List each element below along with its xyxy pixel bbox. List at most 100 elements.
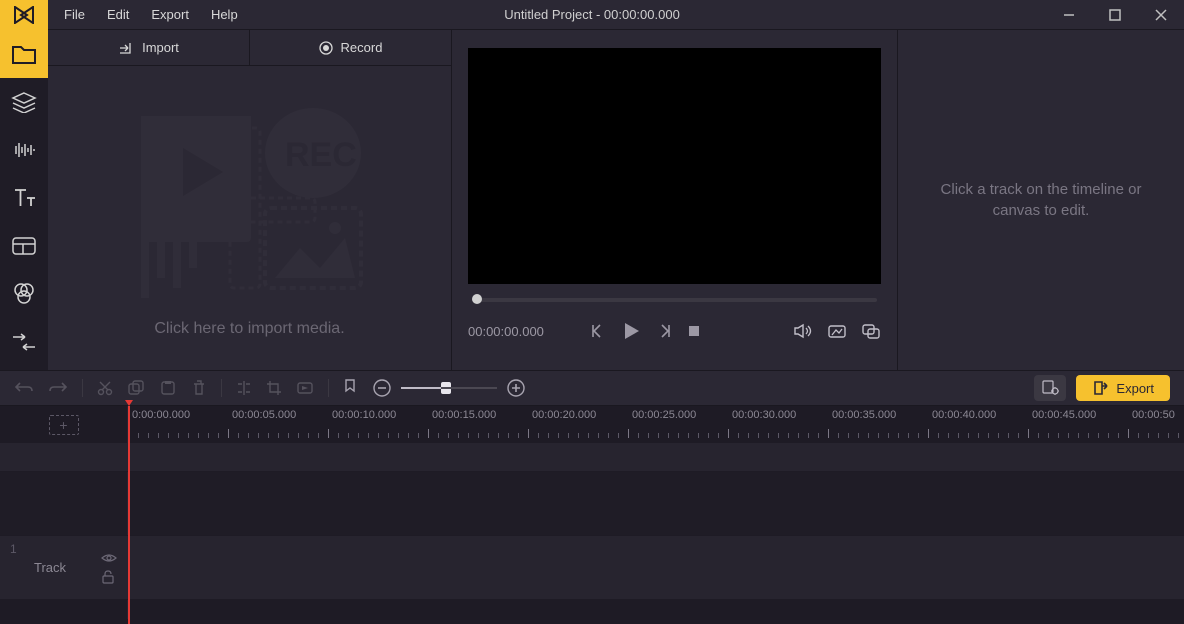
- ruler-tick: [548, 433, 549, 438]
- ruler-tick: [688, 433, 689, 438]
- media-drop-zone[interactable]: REC Click here to import media.: [48, 66, 451, 370]
- preview-canvas[interactable]: [468, 48, 881, 284]
- speed-button[interactable]: [296, 380, 314, 396]
- rail-layers-tab[interactable]: [0, 78, 48, 126]
- ruler-tick: [1118, 433, 1119, 438]
- ruler-tick: [868, 433, 869, 438]
- menu-export[interactable]: Export: [141, 3, 199, 26]
- ruler-tick: [768, 433, 769, 438]
- rail-media-tab[interactable]: [0, 30, 48, 78]
- copy-button[interactable]: [127, 380, 145, 396]
- track-lane[interactable]: [128, 536, 1184, 599]
- menu-edit[interactable]: Edit: [97, 3, 139, 26]
- track-lane[interactable]: [128, 444, 1184, 471]
- ruler-tick: [428, 429, 429, 438]
- paste-button[interactable]: [159, 380, 177, 396]
- ruler-tick: [708, 433, 709, 438]
- ruler-tick: [168, 433, 169, 438]
- play-button[interactable]: [620, 320, 642, 342]
- prev-frame-button[interactable]: [590, 323, 606, 339]
- ruler-tick: [498, 433, 499, 438]
- transitions-icon: [11, 333, 37, 351]
- ruler-tick: [608, 433, 609, 438]
- properties-panel: Click a track on the timeline or canvas …: [898, 30, 1184, 370]
- ruler-tick: [308, 433, 309, 438]
- close-icon: [1155, 9, 1167, 21]
- rail-filters-tab[interactable]: [0, 270, 48, 318]
- lock-toggle[interactable]: [101, 570, 115, 584]
- ruler-tick: [268, 433, 269, 438]
- menu-bar: File Edit Export Help: [54, 3, 248, 26]
- close-button[interactable]: [1138, 0, 1184, 30]
- ruler-tick: [468, 433, 469, 438]
- zoom-in-button[interactable]: [507, 379, 525, 397]
- preview-progress[interactable]: [472, 298, 877, 302]
- menu-help[interactable]: Help: [201, 3, 248, 26]
- ruler-tick: [958, 433, 959, 438]
- ruler-tick: [738, 433, 739, 438]
- ruler-tick: [218, 433, 219, 438]
- ruler-tick: [848, 433, 849, 438]
- timeline-tracks: 1 Track: [0, 444, 1184, 620]
- menu-file[interactable]: File: [54, 3, 95, 26]
- volume-button[interactable]: [793, 323, 813, 339]
- marker-button[interactable]: [343, 379, 357, 397]
- media-hint-text: Click here to import media.: [154, 320, 344, 338]
- ruler-tick: [1148, 433, 1149, 438]
- maximize-button[interactable]: [1092, 0, 1138, 30]
- ruler-tick: [158, 433, 159, 438]
- split-button[interactable]: [236, 380, 252, 396]
- timeline-ruler[interactable]: 0:00:00.00000:00:05.00000:00:10.00000:00…: [128, 406, 1184, 443]
- ruler-tick: [318, 433, 319, 438]
- track-row: 1 Track: [0, 536, 1184, 600]
- export-settings-button[interactable]: [1034, 375, 1066, 401]
- ruler-label: 00:00:45.000: [1032, 409, 1096, 421]
- rail-templates-tab[interactable]: [0, 222, 48, 270]
- fullscreen-button[interactable]: [861, 323, 881, 339]
- rail-transitions-tab[interactable]: [0, 318, 48, 366]
- timeline-header: + 0:00:00.00000:00:05.00000:00:10.00000:…: [0, 406, 1184, 444]
- ruler-tick: [628, 429, 629, 438]
- record-tab[interactable]: Record: [250, 30, 451, 65]
- ruler-tick: [718, 433, 719, 438]
- track-name: Track: [34, 560, 66, 575]
- add-track-button[interactable]: +: [49, 415, 79, 435]
- zoom-slider[interactable]: [401, 387, 497, 389]
- stop-button[interactable]: [686, 323, 702, 339]
- zoom-out-button[interactable]: [373, 379, 391, 397]
- crop-button[interactable]: [266, 380, 282, 396]
- ruler-tick: [998, 433, 999, 438]
- ruler-tick: [1098, 433, 1099, 438]
- minimize-button[interactable]: [1046, 0, 1092, 30]
- ruler-tick: [348, 433, 349, 438]
- next-frame-button[interactable]: [656, 323, 672, 339]
- ruler-tick: [528, 429, 529, 438]
- zoom-handle[interactable]: [441, 382, 451, 394]
- ruler-tick: [518, 433, 519, 438]
- export-button[interactable]: Export: [1076, 375, 1170, 401]
- ruler-tick: [968, 433, 969, 438]
- track-row-placeholder: [0, 444, 1184, 472]
- playhead[interactable]: [128, 406, 130, 624]
- ruler-tick: [238, 433, 239, 438]
- ruler-tick: [408, 433, 409, 438]
- track-lane[interactable]: [128, 472, 1184, 535]
- rail-text-tab[interactable]: [0, 174, 48, 222]
- redo-button[interactable]: [48, 380, 68, 396]
- delete-button[interactable]: [191, 380, 207, 396]
- rail-audio-tab[interactable]: [0, 126, 48, 174]
- cut-button[interactable]: [97, 380, 113, 396]
- ruler-tick: [198, 433, 199, 438]
- visibility-toggle[interactable]: [101, 552, 117, 564]
- ruler-tick: [778, 433, 779, 438]
- undo-button[interactable]: [14, 380, 34, 396]
- import-tab[interactable]: Import: [48, 30, 250, 65]
- ruler-tick: [1058, 433, 1059, 438]
- minimize-icon: [1063, 9, 1075, 21]
- snapshot-button[interactable]: [827, 323, 847, 339]
- ruler-tick: [1078, 433, 1079, 438]
- ruler-tick: [188, 433, 189, 438]
- ruler-tick: [248, 433, 249, 438]
- add-track-area: +: [0, 406, 128, 443]
- progress-handle[interactable]: [472, 294, 482, 304]
